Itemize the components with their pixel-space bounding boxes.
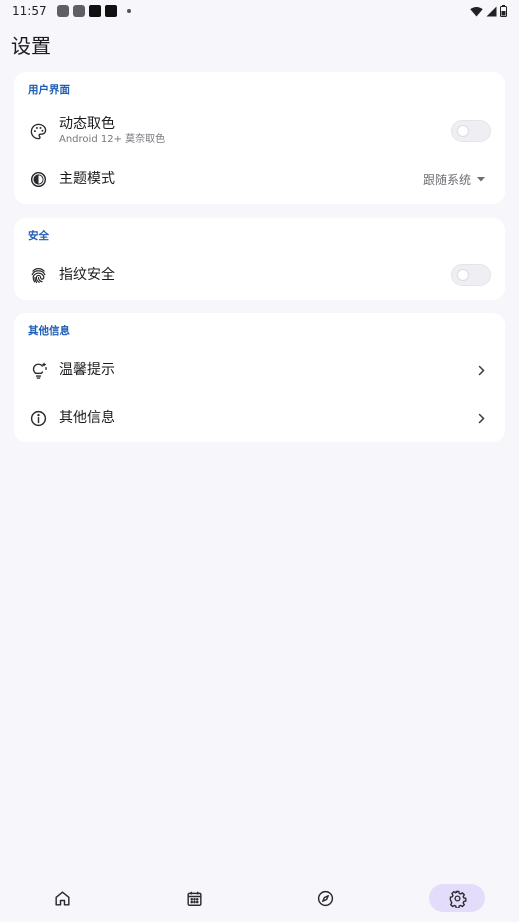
nav-calendar[interactable] <box>166 884 222 912</box>
compass-icon <box>317 890 333 906</box>
section-security-card: 安全 指纹安全 <box>14 218 505 300</box>
app-notification-icon <box>88 5 101 17</box>
more-notifications-icon <box>126 9 131 13</box>
about-row[interactable]: 其他信息 <box>14 395 505 441</box>
fingerprint-icon <box>28 265 48 285</box>
dynamic-color-subtitle: Android 12+ 莫奈取色 <box>59 134 166 145</box>
app-notification-icon <box>104 5 117 17</box>
theme-mode-text: 主题模式 <box>59 171 115 188</box>
lightbulb-icon <box>28 360 48 380</box>
about-title: 其他信息 <box>59 409 115 426</box>
theme-mode-row[interactable]: 主题模式 跟随系统 <box>14 156 505 202</box>
toggle-knob <box>457 269 469 281</box>
status-time: 11:57 <box>12 4 47 18</box>
tips-row[interactable]: 温馨提示 <box>14 347 505 393</box>
info-icon <box>28 408 48 428</box>
section-other-card: 其他信息 温馨提示 其他信息 <box>14 313 505 442</box>
nav-explore[interactable] <box>297 884 353 912</box>
nav-settings[interactable] <box>429 884 485 912</box>
theme-mode-select[interactable]: 跟随系统 <box>423 171 485 188</box>
dynamic-color-toggle[interactable] <box>451 120 491 142</box>
bottom-navigation <box>0 872 519 922</box>
gear-icon <box>449 890 466 908</box>
page-title: 设置 <box>11 34 51 58</box>
nav-home[interactable] <box>34 884 90 912</box>
fingerprint-text: 指纹安全 <box>59 267 115 284</box>
dynamic-color-text: 动态取色 Android 12+ 莫奈取色 <box>59 116 165 146</box>
dropdown-arrow-icon <box>477 176 485 181</box>
battery-icon <box>500 5 507 17</box>
chevron-right-icon <box>475 412 487 424</box>
fingerprint-toggle[interactable] <box>451 264 491 286</box>
palette-icon <box>28 121 48 141</box>
about-text: 其他信息 <box>59 410 115 427</box>
status-indicators <box>470 5 507 17</box>
tips-title: 温馨提示 <box>59 361 115 378</box>
dynamic-color-row[interactable]: 动态取色 Android 12+ 莫奈取色 <box>14 108 505 154</box>
theme-mode-title: 主题模式 <box>59 170 115 187</box>
app-notification-icon <box>72 5 85 17</box>
calendar-icon <box>186 891 202 906</box>
fingerprint-row[interactable]: 指纹安全 <box>14 252 505 298</box>
home-icon <box>54 890 70 906</box>
section-header-ui: 用户界面 <box>28 84 70 96</box>
contrast-icon <box>28 169 48 189</box>
chevron-right-icon <box>475 364 487 376</box>
theme-mode-value: 跟随系统 <box>422 172 471 187</box>
section-ui-card: 用户界面 动态取色 Android 12+ 莫奈取色 主题模式 跟随系统 <box>14 72 505 204</box>
tips-text: 温馨提示 <box>59 362 115 379</box>
section-header-other: 其他信息 <box>28 325 70 337</box>
notification-icons <box>56 5 131 17</box>
signal-icon <box>486 6 497 16</box>
fingerprint-title: 指纹安全 <box>59 266 115 283</box>
status-bar: 11:57 <box>0 0 519 22</box>
app-notification-icon <box>56 5 69 17</box>
section-header-security: 安全 <box>28 230 49 242</box>
wifi-icon <box>470 6 483 16</box>
toggle-knob <box>457 125 469 137</box>
dynamic-color-title: 动态取色 <box>59 116 115 132</box>
